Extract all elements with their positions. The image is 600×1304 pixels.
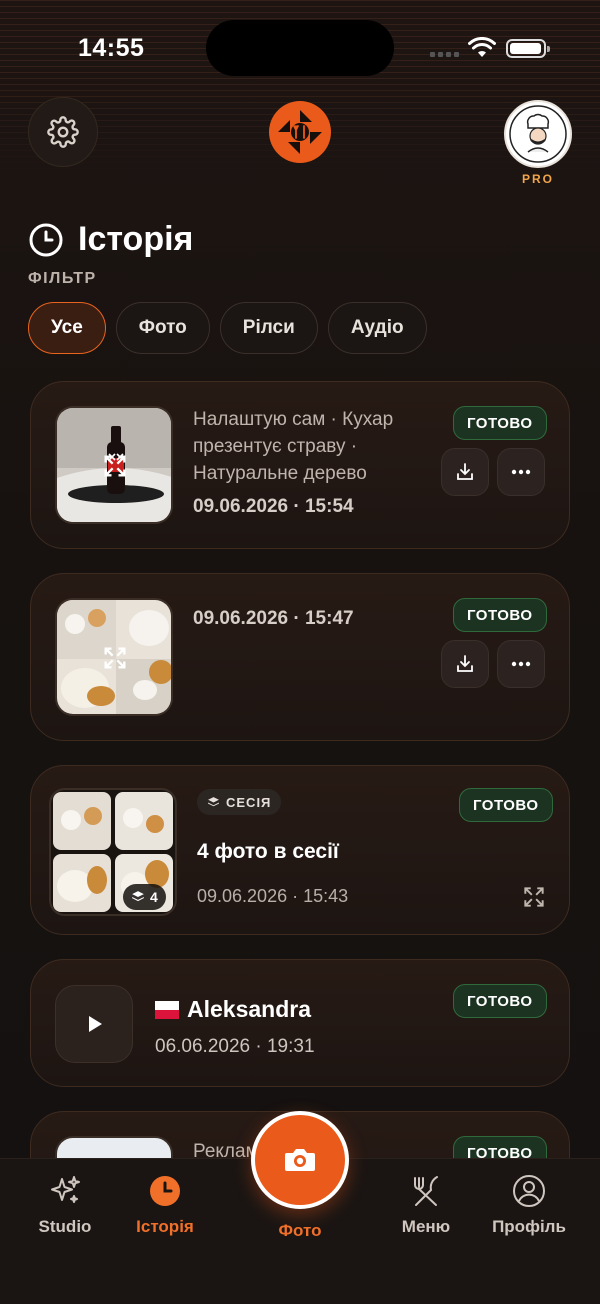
more-options-button[interactable] <box>497 640 545 688</box>
download-icon <box>457 655 473 672</box>
tab-profile[interactable]: Профіль <box>474 1173 584 1237</box>
tab-studio[interactable]: Studio <box>10 1173 120 1237</box>
session-title: 4 фото в сесії <box>197 840 339 863</box>
history-item-session[interactable]: 4 СЕСІЯ 4 фото в сесії 09.06.2026 · 15:4… <box>30 765 570 935</box>
download-icon <box>457 463 473 480</box>
wifi-icon <box>468 37 496 57</box>
history-item-photo[interactable]: 09.06.2026 · 15:47 ГОТОВО <box>30 573 570 741</box>
item-datetime: 09.06.2026 · 15:47 <box>193 608 354 629</box>
tab-history[interactable]: Історія <box>110 1173 220 1237</box>
session-label-badge: СЕСІЯ <box>197 789 282 815</box>
audio-voice-name: Aleksandra <box>155 996 311 1023</box>
session-count: 4 <box>150 889 158 905</box>
app-logo-aperture-icon <box>269 101 331 163</box>
filter-chips: Усе Фото Рілси Аудіо <box>28 302 427 354</box>
page-title: Історія <box>78 220 194 258</box>
status-badge: ГОТОВО <box>459 788 553 822</box>
audio-name-text: Aleksandra <box>187 996 312 1022</box>
more-dots-icon <box>511 469 531 475</box>
layers-icon <box>208 796 219 806</box>
filter-chip-photo[interactable]: Фото <box>115 302 210 354</box>
chef-logo-icon <box>509 105 567 163</box>
layers-icon <box>132 891 144 902</box>
tab-photo-label: Фото <box>278 1221 322 1240</box>
filter-label: ФІЛЬТР <box>28 270 97 287</box>
poland-flag-icon <box>155 1000 179 1019</box>
history-header: Історія <box>28 220 193 259</box>
camera-button[interactable] <box>251 1111 349 1209</box>
item-datetime: 09.06.2026 · 15:43 <box>197 886 349 906</box>
profile-icon <box>513 1175 545 1207</box>
settings-button[interactable] <box>28 97 98 167</box>
tab-menu[interactable]: Меню <box>371 1173 481 1237</box>
dynamic-island <box>206 20 394 76</box>
history-item-photo[interactable]: Налаштую сам · Кухар презентує страву · … <box>30 381 570 549</box>
cellular-signal-icon <box>430 52 459 57</box>
download-button[interactable] <box>441 640 489 688</box>
more-dots-icon <box>511 661 531 667</box>
session-label: СЕСІЯ <box>226 794 272 810</box>
tab-history-label: Історія <box>136 1217 194 1236</box>
battery-icon <box>506 39 550 58</box>
expand-icon[interactable] <box>521 884 547 910</box>
more-options-button[interactable] <box>497 448 545 496</box>
camera-icon <box>285 1149 315 1171</box>
gear-icon <box>47 116 79 148</box>
clock-icon <box>150 1176 180 1206</box>
item-datetime: 09.06.2026 · 15:54 <box>193 496 354 517</box>
tab-studio-label: Studio <box>38 1217 92 1236</box>
item-thumbnail[interactable] <box>55 406 173 524</box>
expand-icon <box>104 647 126 669</box>
tab-menu-label: Меню <box>401 1217 451 1236</box>
filter-chip-reels[interactable]: Рілси <box>219 302 318 354</box>
fork-knife-icon <box>414 1176 438 1206</box>
history-item-audio[interactable]: Aleksandra 06.06.2026 · 19:31 ГОТОВО <box>30 959 570 1087</box>
status-time: 14:55 <box>78 34 145 62</box>
filter-chip-all[interactable]: Усе <box>28 302 106 354</box>
play-button[interactable] <box>55 985 133 1063</box>
item-thumbnail[interactable] <box>55 598 173 716</box>
item-datetime: 06.06.2026 · 19:31 <box>155 1036 315 1057</box>
status-badge: ГОТОВО <box>453 984 547 1018</box>
status-bar: 14:55 <box>0 0 600 90</box>
download-button[interactable] <box>441 448 489 496</box>
pro-badge: PRO <box>521 172 554 186</box>
item-description: Налаштую сам · Кухар презентує страву · … <box>193 409 394 484</box>
clock-icon <box>29 223 63 256</box>
session-count-badge: 4 <box>123 884 166 910</box>
play-icon <box>89 1016 102 1032</box>
tab-profile-label: Профіль <box>492 1217 566 1236</box>
restaurant-avatar[interactable] <box>504 100 572 168</box>
sparkles-icon <box>51 1176 80 1203</box>
expand-icon <box>104 455 126 477</box>
status-badge: ГОТОВО <box>453 598 547 632</box>
status-badge: ГОТОВО <box>453 406 547 440</box>
filter-chip-audio[interactable]: Аудіо <box>327 302 427 354</box>
